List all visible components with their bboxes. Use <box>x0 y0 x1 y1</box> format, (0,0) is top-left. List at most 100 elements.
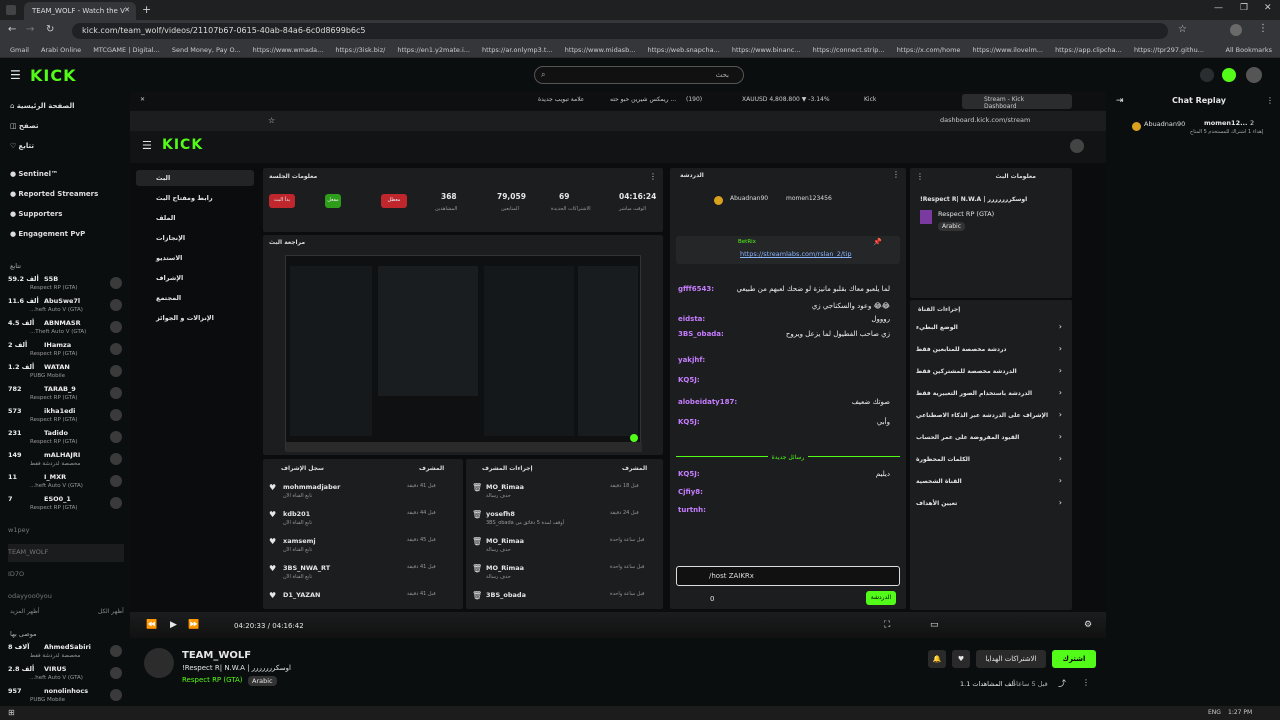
dashboard-menu-icon[interactable]: ☰ <box>142 139 152 152</box>
chat-message[interactable]: alobeidaty187: صوتك ضعيف <box>678 398 900 412</box>
chat-message[interactable]: eidsta: رووول <box>678 315 900 329</box>
bookmark[interactable]: https://www.ilovelm... <box>972 46 1043 54</box>
chat-message[interactable]: yakjhf: <box>678 356 900 370</box>
bookmark[interactable]: https://tpr297.githu... <box>1134 46 1204 54</box>
stat-button-enabled[interactable]: مفعل <box>325 194 341 208</box>
channel-action-row[interactable]: تعيين الأهداف › <box>916 496 1066 514</box>
channel-action-row[interactable]: الدردشة مخصصة للمشتركين فقط › <box>916 364 1066 382</box>
tab-list-icon[interactable] <box>6 5 16 15</box>
mod-action-row[interactable]: 🗑 3BS_obada قبل ساعة واحدة <box>472 589 662 613</box>
pip-icon[interactable]: ▭ <box>930 620 939 630</box>
channel-action-row[interactable]: القيود المفروضة على عمر الحساب › <box>916 430 1066 448</box>
bookmark[interactable]: https://x.com/home <box>897 46 961 54</box>
mod-action-row[interactable]: 🗑 MO_Rimaa حذف رسالة قبل ساعة واحدة <box>472 535 662 559</box>
browser-tab[interactable]: TEAM_WOLF - Watch the V ✕ <box>24 2 136 20</box>
inner-tab[interactable]: علامة تبويب جديدة <box>538 96 584 103</box>
session-menu-icon[interactable]: ⋮ <box>649 172 657 181</box>
chat-message[interactable]: KQ5J: <box>678 376 900 390</box>
mod-action-row[interactable]: 🗑 yosefh8 3BS_obada أوقف لمدة 5 دقائق من قب… <box>472 508 662 532</box>
nav-home[interactable]: ⌂ الصفحة الرئيسية <box>10 102 74 110</box>
dashboard-logo[interactable]: KICK <box>162 137 203 153</box>
gift-subs-button[interactable]: الاشتراكات الهدايا <box>976 650 1046 668</box>
play-icon[interactable]: ▶ <box>170 620 177 630</box>
bookmark[interactable]: Gmail <box>10 46 29 54</box>
chat-message[interactable]: وعود والسكناجي زي 😂😂 <box>678 302 900 316</box>
bookmark[interactable]: https://connect.strip... <box>813 46 885 54</box>
chat-message[interactable]: KQ5J: ديليم <box>678 470 900 484</box>
featured-supporters[interactable]: ● Supporters <box>10 210 62 218</box>
sidebar-channel[interactable]: 573 ikha1edi Respect RP (GTA) <box>8 406 124 428</box>
chevron-right-icon[interactable]: › <box>1059 410 1062 419</box>
follow-heart-button[interactable]: ♥ <box>952 650 970 668</box>
chat-input[interactable]: /host ZAIKRx <box>676 566 900 586</box>
stream-preview-video[interactable] <box>285 255 642 452</box>
mod-log-row[interactable]: ♥ D1_YAZAN قبل 41 دقيقة <box>269 589 459 613</box>
sidebar-channel[interactable]: 782 TARAB_9 Respect RP (GTA) <box>8 384 124 406</box>
bookmark[interactable]: https://www.midasb... <box>565 46 636 54</box>
sidebar-recommended-channel[interactable]: 8 آلاف AhmedSabiri مخصصة لدردشة فقط <box>8 642 124 664</box>
chat-replay-menu-icon[interactable]: ⋮ <box>1266 96 1274 105</box>
more-icon[interactable]: ⋮ <box>1082 678 1090 687</box>
settings-icon[interactable]: ⚙ <box>1084 620 1092 630</box>
sidebar-recommended-channel[interactable]: 2.8 ألف VIRUS ...heft Auto V (GTA) <box>8 664 124 686</box>
bookmark[interactable]: https://app.clipcha... <box>1055 46 1122 54</box>
video-category[interactable]: Respect RP (GTA) <box>182 676 243 684</box>
bookmark[interactable]: Send Money, Pay O... <box>172 46 241 54</box>
featured-reported[interactable]: ● Reported Streamers <box>10 190 98 198</box>
hamburger-icon[interactable]: ☰ <box>10 68 21 82</box>
bookmark[interactable]: https://web.snapcha... <box>647 46 719 54</box>
chevron-right-icon[interactable]: › <box>1059 432 1062 441</box>
pin-icon[interactable]: 📌 <box>873 238 882 246</box>
chevron-right-icon[interactable]: › <box>1059 454 1062 463</box>
pinned-message[interactable]: BetRix https://streamlabs.com/rslan_2/ti… <box>676 236 900 264</box>
back-icon[interactable]: ← <box>8 24 16 35</box>
stat-button-disabled[interactable]: بدأ البث <box>269 194 295 208</box>
bookmark[interactable]: MTCGAME | Digital... <box>93 46 160 54</box>
chevron-right-icon[interactable]: › <box>1059 476 1062 485</box>
channel-avatar[interactable] <box>144 648 174 678</box>
profile-avatar[interactable] <box>1230 24 1242 36</box>
featured-engagement[interactable]: ● Engagement PvP <box>10 230 85 238</box>
forward-icon[interactable]: ⏩ <box>188 620 199 630</box>
chevron-right-icon[interactable]: › <box>1059 344 1062 353</box>
url-field[interactable]: kick.com/team_wolf/videos/21107b67-0615-… <box>72 23 1168 39</box>
inner-tab[interactable]: (190) <box>686 96 702 103</box>
inner-close-icon[interactable]: ✕ <box>140 96 145 103</box>
collapse-chat-icon[interactable]: ⇥ <box>1116 96 1124 106</box>
sidebar-channel[interactable]: 1.2 ألف WATAN PUBG Mobile <box>8 362 124 384</box>
chat-menu-icon[interactable]: ⋮ <box>892 170 900 179</box>
chat-send-button[interactable]: الدردشة <box>866 591 896 605</box>
user-avatar[interactable] <box>1246 67 1262 83</box>
store-icon[interactable] <box>1200 68 1214 82</box>
channel-action-row[interactable]: الدردشة باستخدام الصور التعبيرية فقط › <box>916 386 1066 404</box>
kick-points-icon[interactable] <box>1222 68 1236 82</box>
dashboard-avatar[interactable] <box>1070 139 1084 153</box>
search-input[interactable]: ⌕ بحث <box>534 66 744 84</box>
share-icon[interactable]: ⤴ <box>1058 678 1066 689</box>
bookmark[interactable]: https://en1.y2mate.i... <box>397 46 470 54</box>
chat-message[interactable]: turtnh: <box>678 506 900 520</box>
nav-following[interactable]: ♡ تتابع <box>10 142 34 150</box>
chat-message[interactable]: KQ5J: وأبي <box>678 418 900 432</box>
sidebar-channel[interactable]: 149 mALHAJRI مخصصة لدردشة فقط <box>8 450 124 472</box>
mod-log-row[interactable]: ♥ 3BS_NWA_RT تابع القناة الآن قبل 41 دقيقة <box>269 562 459 586</box>
bookmark[interactable]: All Bookmarks <box>1226 46 1272 54</box>
forward-icon[interactable]: → <box>26 24 34 35</box>
replay-user[interactable]: Abuadnan90 <box>1144 120 1185 128</box>
close-tab-icon[interactable]: ✕ <box>124 6 130 14</box>
chat-message[interactable]: Cjfiy8: <box>678 488 900 502</box>
sidebar-recommended-channel[interactable]: 957 nonolinhocs PUBG Mobile <box>8 686 124 708</box>
mod-log-row[interactable]: ♥ mohmmadjaber تابع القناة الآن قبل 41 دقيق… <box>269 481 459 505</box>
bookmark[interactable]: https://www.wmada... <box>253 46 324 54</box>
sidebar-channel[interactable]: 231 Tadido Respect RP (GTA) <box>8 428 124 450</box>
stat-button-disabled[interactable]: معطل <box>381 194 407 208</box>
sidebar-channel[interactable]: 7 ESO0_1 Respect RP (GTA) <box>8 494 124 516</box>
chevron-right-icon[interactable]: › <box>1059 388 1062 397</box>
minimize-icon[interactable]: — <box>1214 3 1223 13</box>
sidebar-channel[interactable]: 11 I_MXR ...heft Auto V (GTA) <box>8 472 124 494</box>
replay-user2[interactable]: momen12... <box>1204 119 1248 127</box>
inner-tab[interactable]: ريمكس شيرين حبو حته ... <box>610 96 676 103</box>
bookmark[interactable]: Arabi Online <box>41 46 81 54</box>
kick-logo[interactable]: KICK <box>30 66 77 85</box>
channel-action-row[interactable]: الإشراف على الدردشة عبر الذكاء الاصطناعي… <box>916 408 1066 426</box>
